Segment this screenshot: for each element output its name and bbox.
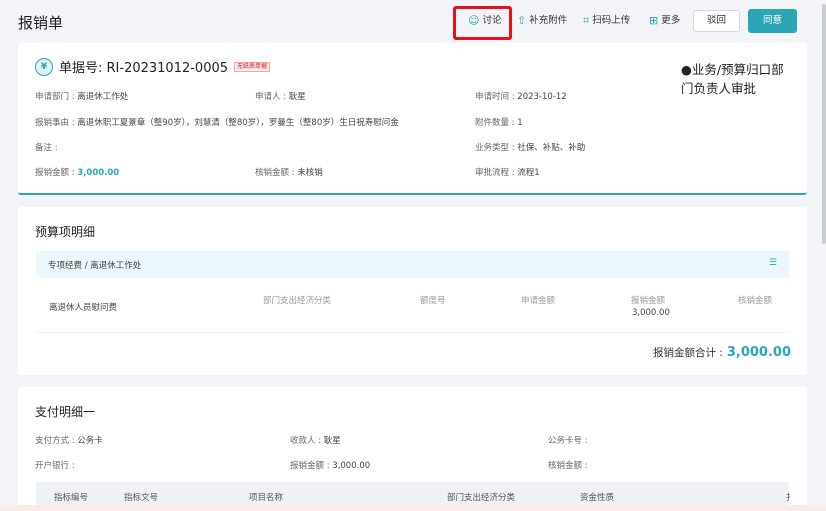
note-field: 备注 : [35, 141, 58, 153]
attachment-count-label: 附件数量 : [475, 118, 518, 128]
note-label: 备注 : [35, 143, 58, 153]
flow-value[interactable]: 流程1 [517, 168, 539, 178]
more-grid-icon: ⊞ [649, 14, 659, 27]
bank-field: 开户银行 : [35, 459, 75, 471]
dept-value: 离退休工作处 [77, 92, 129, 102]
scan-upload-label: 扫码上传 [592, 15, 631, 26]
payment-verify-label: 核销金额 : [548, 461, 588, 471]
applicant-field: 申请人 : 耿星 [255, 90, 306, 102]
payment-amount-label: 报销金额 : [290, 461, 333, 471]
budget-path-bar: 专项经费 / 离退休工作处 ☰ [36, 251, 789, 278]
th-indicator-number: 指标编号 [54, 493, 89, 503]
document-number-label: 单据号: RI-20231012-0005 [59, 61, 229, 76]
upload-icon: ⇧ [517, 14, 527, 27]
budget-path: 专项经费 / 离退休工作处 [48, 261, 142, 271]
yen-doc-icon: ¥ [35, 57, 53, 76]
col-dept-expense-category: 部门支出经济分类 [263, 296, 332, 306]
dept-field: 申请部门 : 离退休工作处 [35, 90, 128, 102]
attachment-count-field: 附件数量 : 1 [475, 116, 523, 128]
col-reimburse-amount: 报销金额 [631, 296, 666, 306]
verify-label: 核销金额 : [255, 168, 298, 178]
page-title: 报销单 [18, 14, 64, 32]
budget-row-name: 离退休人员慰问费 [49, 303, 118, 313]
discuss-highlight-box [453, 6, 512, 40]
budget-row-reimburse-amount: 3,000.00 [632, 308, 670, 318]
reject-button[interactable]: 驳回 [693, 10, 740, 32]
flow-label: 审批流程 : [475, 168, 518, 178]
amount-label: 报销金额 : [35, 168, 78, 178]
applicant-label: 申请人 : [255, 92, 289, 102]
flow-field[interactable]: 审批流程 : 流程1 [475, 166, 540, 178]
biz-type-label: 业务类型 : [475, 143, 518, 153]
reason-label: 报销事由 : [35, 118, 78, 128]
verify-value: 未核销 [297, 168, 323, 178]
col-apply-amount: 申请金额 [521, 296, 556, 306]
verify-field: 核销金额 : 未核销 [255, 166, 323, 178]
th-truncated-column: 扌 [786, 493, 795, 503]
document-number: ¥ 单据号: RI-20231012-0005 无纸质单据 [35, 57, 271, 76]
more-label: 更多 [661, 15, 681, 26]
th-indicator-doc-number: 指标文号 [124, 493, 159, 503]
document-info-card: ¥ 单据号: RI-20231012-0005 无纸质单据 ●业务/预算归口部门… [18, 43, 807, 195]
biz-type-value: 社保、补贴、补助 [517, 143, 586, 153]
applicant-value: 耿星 [288, 92, 306, 102]
reason-value: 离退休职工夏景章（整90岁），刘慧清（整80岁），罗曼生（整80岁）生日祝寿慰问… [77, 118, 399, 128]
card-number-field: 公务卡号 : [548, 434, 588, 446]
dept-label: 申请部门 : [35, 92, 78, 102]
add-attachment-button[interactable]: ⇧ 补充附件 [517, 13, 567, 29]
payment-detail-card: 支付明细一 支付方式 : 公务卡 收款人 : 耿星 公务卡号 : 开户银行 : … [18, 387, 807, 511]
bank-label: 开户银行 : [35, 461, 75, 471]
col-verify-amount: 核销金额 [738, 296, 773, 306]
scrollbar-thumb[interactable] [822, 4, 826, 244]
apply-time-field: 申请时间 : 2023-10-12 [475, 90, 567, 102]
pay-method-label: 支付方式 : [35, 436, 78, 446]
budget-total: 报销金额合计 : 3,000.00 [653, 345, 791, 360]
approval-status: ●业务/预算归口部门负责人审批 [681, 62, 784, 96]
th-dept-expense-category: 部门支出经济分类 [447, 493, 516, 503]
payee-label: 收款人 : [290, 436, 324, 446]
amount-field: 报销金额 : 3,000.00 [35, 166, 119, 178]
add-attachment-label: 补充附件 [529, 15, 568, 26]
scan-icon: ⌗ [583, 14, 590, 27]
scan-upload-button[interactable]: ⌗ 扫码上传 [583, 13, 630, 29]
agree-button[interactable]: 同意 [748, 9, 797, 33]
pay-method-field: 支付方式 : 公务卡 [35, 434, 103, 446]
budget-total-value: 3,000.00 [726, 345, 791, 360]
attachment-count-value: 1 [517, 118, 523, 128]
budget-section-title: 预算项明细 [35, 225, 96, 239]
budget-detail-card: 预算项明细 专项经费 / 离退休工作处 ☰ 离退休人员慰问费 部门支出经济分类 … [18, 207, 807, 375]
payee-value: 耿星 [323, 436, 341, 446]
list-menu-icon[interactable]: ☰ [769, 258, 777, 268]
pay-method-value: 公务卡 [77, 436, 103, 446]
biz-type-field: 业务类型 : 社保、补贴、补助 [475, 141, 585, 153]
apply-time-value: 2023-10-12 [517, 92, 567, 102]
apply-time-label: 申请时间 : [475, 92, 518, 102]
payment-amount-field: 报销金额 : 3,000.00 [290, 459, 370, 471]
amount-value: 3,000.00 [77, 168, 120, 178]
payment-amount-value: 3,000.00 [332, 461, 371, 471]
budget-divider [36, 332, 789, 333]
payee-field: 收款人 : 耿星 [290, 434, 341, 446]
reason-field: 报销事由 : 离退休职工夏景章（整90岁），刘慧清（整80岁），罗曼生（整80岁… [35, 116, 399, 128]
bottom-strip [0, 505, 826, 511]
no-paper-badge: 无纸质单据 [234, 61, 271, 72]
payment-section-title: 支付明细一 [35, 405, 96, 419]
th-project-name: 项目名称 [249, 493, 284, 503]
col-quota-number: 额度号 [420, 296, 446, 306]
card-number-label: 公务卡号 : [548, 436, 588, 446]
payment-verify-field: 核销金额 : [548, 459, 588, 471]
top-bar: 报销单 ☺ 讨论 ⇧ 补充附件 ⌗ 扫码上传 ⊞ 更多 驳回 同意 [0, 0, 826, 42]
more-button[interactable]: ⊞ 更多 [649, 13, 680, 29]
th-fund-nature: 资金性质 [580, 493, 615, 503]
budget-total-label: 报销金额合计 : [652, 347, 723, 359]
